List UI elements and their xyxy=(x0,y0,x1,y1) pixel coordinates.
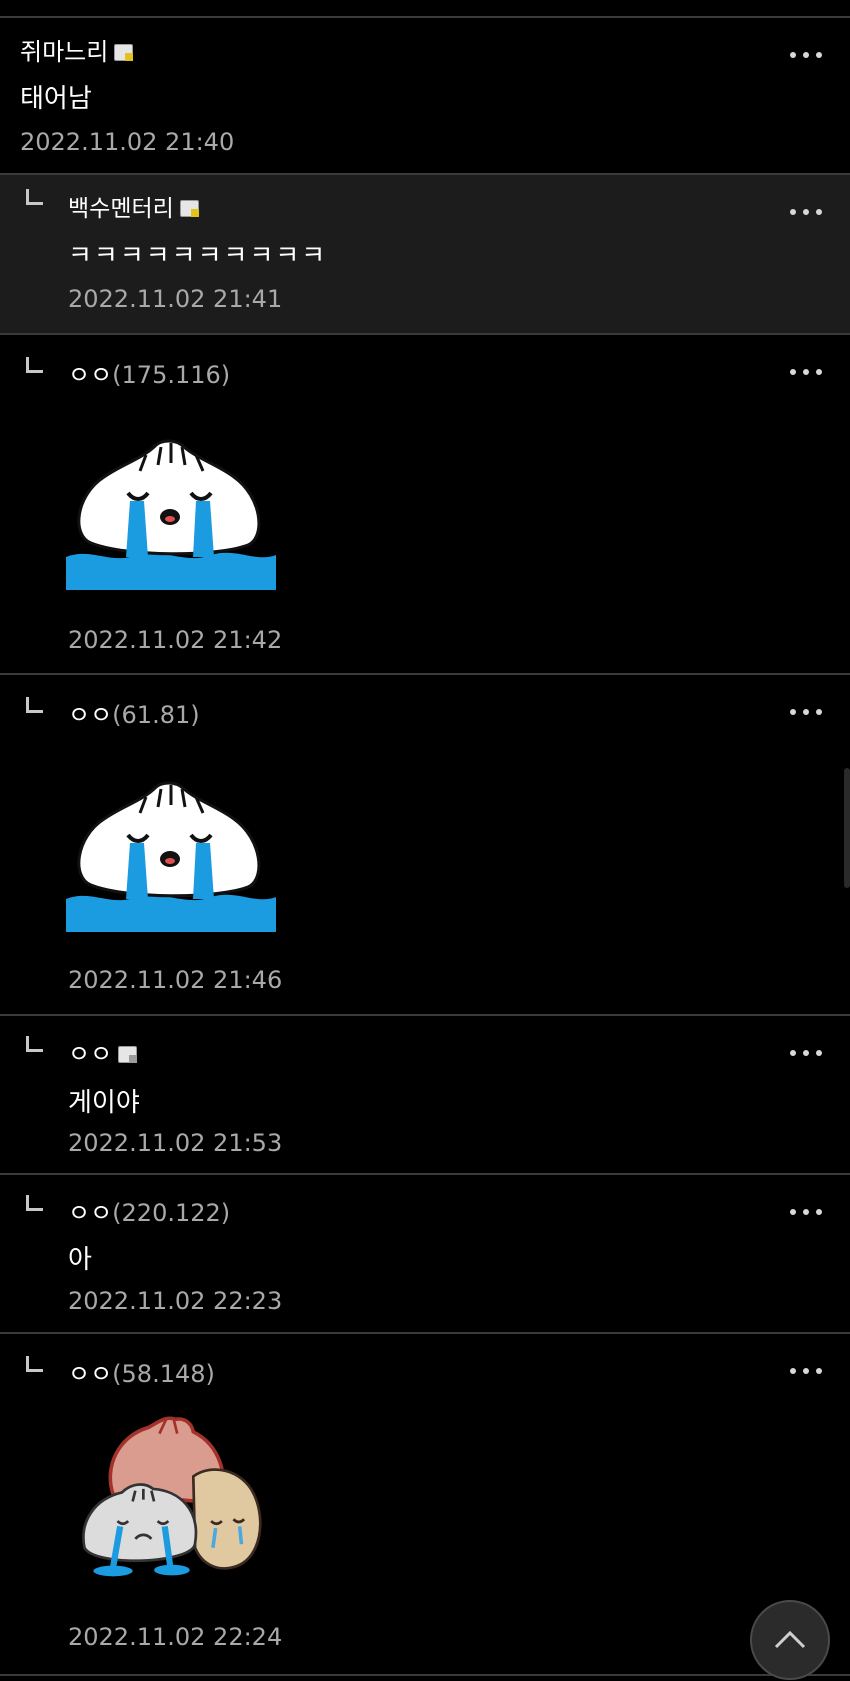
more-dots-icon[interactable] xyxy=(790,209,822,217)
crying-dumpling-sticker xyxy=(66,781,276,932)
author-nick[interactable]: ㅇㅇ xyxy=(68,361,112,389)
comment-text: 태어남 xyxy=(20,84,92,114)
author-nick[interactable]: ㅇㅇ xyxy=(68,1199,112,1227)
comment-timestamp: 2022.11.02 22:23 xyxy=(68,1287,283,1315)
reply-item: ㅇㅇ(220.122) 아 2022.11.02 22:23 xyxy=(0,1175,850,1334)
author-ip: (175.116) xyxy=(112,361,231,389)
author-nick[interactable]: 백수멘터리 xyxy=(68,196,174,222)
reply-item: ㅇㅇ(175.116) 2022.11.02 21:42 xyxy=(0,335,850,675)
more-dots-icon[interactable] xyxy=(790,1209,822,1217)
scrollbar-thumb[interactable] xyxy=(844,768,850,888)
reply-item: ㅇㅇ(58.148) 2022.11.02 22:24 xyxy=(0,1334,850,1676)
scroll-to-top-button[interactable] xyxy=(750,1600,830,1680)
reply-item: 백수멘터리 ㅋㅋㅋㅋㅋㅋㅋㅋㅋㅋ 2022.11.02 21:41 xyxy=(0,175,850,335)
comment-timestamp: 2022.11.02 21:40 xyxy=(20,128,235,156)
more-dots-icon[interactable] xyxy=(790,52,822,60)
reply-item: ㅇㅇ(61.81) 2022.11.02 21:46 xyxy=(0,675,850,1016)
reply-item: ㅇㅇ 게이야 2022.11.02 21:53 xyxy=(0,1016,850,1175)
comment-item: 쥐마느리 태어남 2022.11.02 21:40 xyxy=(0,18,850,175)
comment-timestamp: 2022.11.02 21:46 xyxy=(68,966,283,994)
author-nick[interactable]: ㅇㅇ xyxy=(68,701,112,729)
author-ip: (220.122) xyxy=(112,1199,231,1227)
more-dots-icon[interactable] xyxy=(790,709,822,717)
author-nick[interactable]: 쥐마느리 xyxy=(20,38,108,66)
more-dots-icon[interactable] xyxy=(790,369,822,377)
comment-author[interactable]: 백수멘터리 xyxy=(68,189,199,223)
more-dots-icon[interactable] xyxy=(790,1368,822,1376)
comment-author[interactable]: ㅇㅇ(175.116) xyxy=(68,355,230,390)
reply-arrow-icon xyxy=(26,1036,43,1052)
reply-arrow-icon xyxy=(26,1195,43,1211)
comment-timestamp: 2022.11.02 21:42 xyxy=(68,626,283,654)
comment-text: 아 xyxy=(68,1245,92,1275)
crying-dumpling-with-friends-sticker xyxy=(82,1416,262,1577)
comment-author[interactable]: 쥐마느리 xyxy=(20,32,134,67)
author-ip: (61.81) xyxy=(112,701,200,729)
comment-timestamp: 2022.11.02 22:24 xyxy=(68,1623,283,1651)
comment-text: 게이야 xyxy=(68,1088,140,1118)
author-ip: (58.148) xyxy=(112,1360,215,1388)
comment-timestamp: 2022.11.02 21:41 xyxy=(68,285,283,313)
comment-author[interactable]: ㅇㅇ(61.81) xyxy=(68,695,200,730)
author-nick[interactable]: ㅇㅇ xyxy=(68,1040,112,1068)
comment-text: ㅋㅋㅋㅋㅋㅋㅋㅋㅋㅋ xyxy=(68,241,328,271)
more-dots-icon[interactable] xyxy=(790,1050,822,1058)
reply-arrow-icon xyxy=(26,189,43,205)
reply-arrow-icon xyxy=(26,697,43,713)
member-badge-icon xyxy=(118,1046,138,1063)
reply-arrow-icon xyxy=(26,357,43,373)
comment-author[interactable]: ㅇㅇ xyxy=(68,1034,138,1069)
member-badge-icon xyxy=(179,200,199,217)
author-nick[interactable]: ㅇㅇ xyxy=(68,1360,112,1388)
comment-author[interactable]: ㅇㅇ(220.122) xyxy=(68,1193,230,1228)
member-badge-icon xyxy=(114,44,134,61)
chevron-up-icon xyxy=(774,1630,806,1649)
comment-author[interactable]: ㅇㅇ(58.148) xyxy=(68,1354,215,1389)
comment-timestamp: 2022.11.02 21:53 xyxy=(68,1129,283,1157)
reply-arrow-icon xyxy=(26,1356,43,1372)
crying-dumpling-sticker xyxy=(66,439,276,590)
